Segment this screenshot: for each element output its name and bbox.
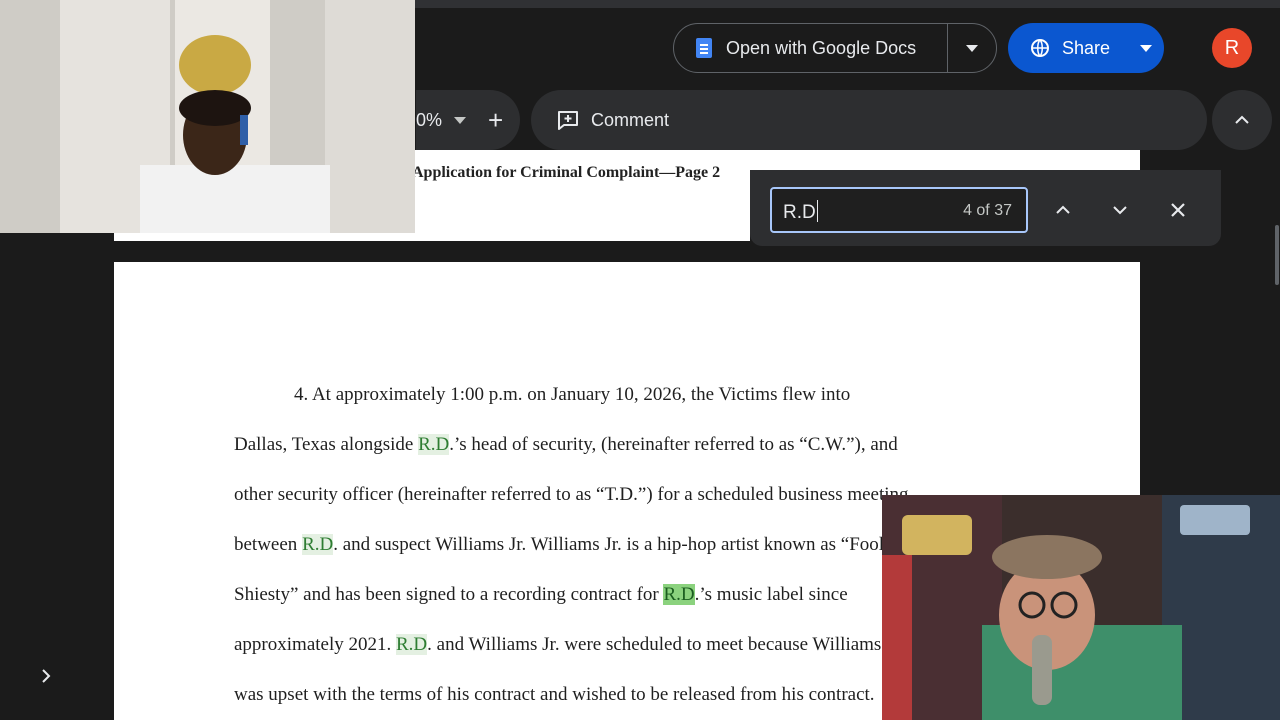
open-with-google-docs-button[interactable]: Open with Google Docs [673, 23, 997, 73]
search-match-highlight: R.D [396, 634, 428, 655]
document-text: . and suspect Williams Jr. Williams Jr. … [333, 534, 899, 555]
share-dropdown[interactable] [1128, 44, 1164, 52]
document-text: was upset with the terms of his contract… [234, 684, 875, 705]
find-close-button[interactable] [1158, 190, 1198, 230]
find-query[interactable]: R.D [783, 200, 818, 224]
expand-sidebar-button[interactable] [34, 664, 58, 688]
chevron-right-icon [42, 669, 51, 683]
document-line: approximately 2021. R.D. and Williams Jr… [234, 634, 904, 656]
share-label: Share [1062, 37, 1111, 58]
document-text: other security officer (hereinafter refe… [234, 484, 909, 505]
find-input[interactable]: R.D 4 of 37 [770, 187, 1028, 233]
avatar[interactable]: R [1212, 28, 1252, 68]
search-match-highlight: R.D [302, 534, 334, 555]
open-with-main[interactable]: Open with Google Docs [674, 24, 948, 72]
document-text: between [234, 534, 303, 555]
webcam-overlay-right [882, 495, 1280, 720]
document-text: . and Williams Jr. were scheduled to mee… [427, 634, 904, 655]
previous-page-edge [750, 150, 1140, 170]
document-line: other security officer (hereinafter refe… [234, 484, 909, 506]
docs-icon [696, 38, 712, 58]
document-text: Dallas, Texas alongside [234, 434, 419, 455]
webcam-image-left [0, 0, 415, 233]
chevron-up-icon [1056, 205, 1070, 214]
document-text: .’s head of security, (hereinafter refer… [449, 434, 898, 455]
webcam-overlay-left [0, 0, 415, 233]
chevron-down-icon[interactable] [454, 116, 466, 124]
chevron-down-icon [1113, 206, 1127, 215]
find-previous-button[interactable] [1043, 190, 1083, 230]
search-match-highlight: R.D [418, 434, 450, 455]
document-line: was upset with the terms of his contract… [234, 684, 875, 706]
comment-icon [558, 111, 578, 130]
chevron-down-icon [1140, 44, 1152, 52]
chevron-down-icon [966, 44, 978, 52]
document-line: Dallas, Texas alongside R.D.’s head of s… [234, 434, 898, 456]
document-text: 4. At approximately 1:00 p.m. on January… [294, 384, 851, 405]
document-text: .’s music label since [694, 584, 848, 605]
open-with-label: Open with Google Docs [726, 37, 917, 58]
search-match-highlight: R.D [663, 584, 695, 605]
document-text: Shiesty” and has been signed to a record… [234, 584, 664, 605]
globe-icon [1031, 39, 1049, 57]
open-with-dropdown[interactable] [948, 44, 996, 52]
find-next-button[interactable] [1100, 190, 1140, 230]
find-bar: R.D 4 of 37 [750, 170, 1221, 246]
share-main[interactable]: Share [1008, 38, 1128, 59]
collapse-toolbar-button[interactable] [1212, 90, 1272, 150]
document-line: 4. At approximately 1:00 p.m. on January… [294, 384, 850, 406]
share-button[interactable]: Share [1008, 23, 1164, 73]
comment-button[interactable]: Comment [531, 90, 1207, 150]
document-line: between R.D. and suspect Williams Jr. Wi… [234, 534, 899, 556]
chevron-up-icon [1235, 115, 1249, 124]
find-match-count: 4 of 37 [963, 202, 1012, 219]
document-line: Shiesty” and has been signed to a record… [234, 584, 848, 606]
comment-label: Comment [591, 109, 670, 130]
scrollbar-thumb[interactable] [1275, 225, 1279, 285]
zoom-value[interactable]: 0% [416, 110, 444, 131]
webcam-image-right [882, 495, 1280, 720]
zoom-in-button[interactable]: + [488, 107, 503, 133]
page-header: Application for Criminal Complaint—Page … [412, 164, 721, 181]
document-text: approximately 2021. [234, 634, 396, 655]
zoom-control: 0% + [416, 90, 520, 150]
close-icon [1171, 203, 1185, 217]
